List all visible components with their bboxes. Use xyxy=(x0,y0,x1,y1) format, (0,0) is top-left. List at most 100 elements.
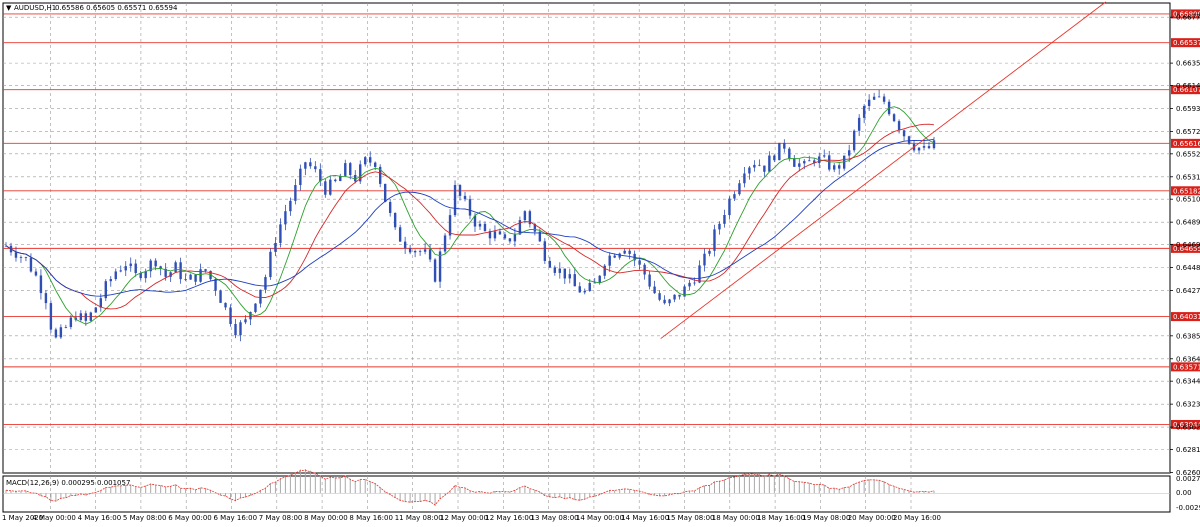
trend-line xyxy=(660,1,1107,339)
candle-body xyxy=(808,160,811,162)
price-chart[interactable]: 0.668000.665370.661070.656160.651820.646… xyxy=(0,0,1200,527)
candle-body xyxy=(184,279,187,280)
time-label: 4 May 16:00 xyxy=(78,514,122,522)
candle-body xyxy=(383,183,387,202)
macd-area-frame xyxy=(2,475,1171,513)
candle-body xyxy=(773,155,776,161)
time-label: 19 May 08:00 xyxy=(802,514,850,522)
candle-body xyxy=(349,163,352,175)
candle-body xyxy=(783,142,786,149)
candle-body xyxy=(34,271,38,276)
time-label: 12 May 00:00 xyxy=(440,514,488,522)
candle-body xyxy=(852,130,856,151)
candle-body xyxy=(413,250,417,253)
time-label: 20 May 00:00 xyxy=(848,514,896,522)
price-label: 0.64895 xyxy=(1176,219,1200,227)
price-label: 0.65935 xyxy=(1176,105,1200,113)
candle-body xyxy=(224,302,227,308)
candle-body xyxy=(154,260,157,267)
candle-body xyxy=(578,286,581,293)
candle-body xyxy=(628,250,631,254)
price-label: 0.64480 xyxy=(1176,264,1200,272)
candle-body xyxy=(374,162,377,167)
candle-body xyxy=(803,161,806,164)
price-label: 0.63855 xyxy=(1176,332,1200,340)
candle-body xyxy=(433,259,437,282)
candle-body xyxy=(483,223,487,232)
collapse-arrow-icon[interactable]: ▼ xyxy=(6,4,12,12)
price-label: 0.66350 xyxy=(1176,60,1200,68)
candle-body xyxy=(468,199,472,216)
candle-body xyxy=(194,274,197,282)
candle-body xyxy=(568,274,571,279)
time-label: 6 May 16:00 xyxy=(214,514,258,522)
candle-body xyxy=(653,286,656,294)
candle-body xyxy=(284,211,287,225)
candle-body xyxy=(718,223,721,230)
candle-body xyxy=(758,164,761,166)
trendline[interactable] xyxy=(660,1,1107,339)
candle-body xyxy=(847,150,851,156)
candle-body xyxy=(523,211,527,221)
price-label: 0.65310 xyxy=(1176,173,1200,181)
candle-body xyxy=(69,317,73,328)
time-label: 18 May 00:00 xyxy=(712,514,760,522)
time-label: 8 May 00:00 xyxy=(304,514,348,522)
candle-body xyxy=(922,146,926,148)
candle-body xyxy=(319,169,322,182)
candle-body xyxy=(723,215,726,224)
candle-body xyxy=(119,270,122,272)
level-label: 0.66537 xyxy=(1173,39,1200,47)
candle-body xyxy=(593,282,596,284)
candle-body xyxy=(84,313,88,321)
candle-body xyxy=(503,234,507,239)
candle-body xyxy=(558,268,562,273)
candle-body xyxy=(79,313,83,321)
candle-body xyxy=(907,136,911,144)
candle-body xyxy=(673,294,676,300)
candle-body xyxy=(289,200,292,212)
candle-body xyxy=(663,299,666,304)
candle-body xyxy=(583,290,586,293)
price-label: 0.63020 xyxy=(1176,424,1200,432)
candle-body xyxy=(109,279,112,282)
candle-body xyxy=(927,146,931,149)
candle-body xyxy=(453,185,457,216)
candle-body xyxy=(408,248,412,253)
horizontal-levels[interactable]: 0.668000.665370.661070.656160.651820.646… xyxy=(3,9,1200,429)
candle-body xyxy=(234,324,237,336)
symbol-title: AUDUSD,H1 xyxy=(14,4,56,12)
candle-body xyxy=(743,173,746,184)
chart-area-frame xyxy=(2,2,1171,474)
candle-body xyxy=(598,275,601,283)
candle-body xyxy=(269,251,272,278)
candle-body xyxy=(29,257,33,272)
price-label: 0.64270 xyxy=(1176,287,1200,295)
candle-body xyxy=(254,303,257,312)
candle-body xyxy=(324,181,327,195)
candle-body xyxy=(443,235,447,252)
candle-body xyxy=(748,167,751,174)
candle-body xyxy=(458,185,462,196)
time-label: 14 May 00:00 xyxy=(576,514,624,522)
macd-tick-label: 0.00 xyxy=(1176,489,1192,497)
candle-body xyxy=(638,260,641,265)
candle-body xyxy=(828,155,831,170)
candle-body xyxy=(563,268,566,279)
candle-body xyxy=(493,231,497,239)
candle-body xyxy=(513,234,517,242)
candle-body xyxy=(573,274,576,287)
time-label: 12 May 16:00 xyxy=(485,514,533,522)
candle-body xyxy=(763,165,766,172)
candle-body xyxy=(124,266,127,271)
candle-body xyxy=(259,289,262,304)
candle-body xyxy=(94,307,98,313)
level-label: 0.65182 xyxy=(1173,187,1200,195)
time-label: 13 May 08:00 xyxy=(531,514,579,522)
level-label: 0.65616 xyxy=(1173,140,1200,148)
candle-body xyxy=(309,162,312,167)
candle-body xyxy=(54,329,58,338)
candle-body xyxy=(703,253,706,266)
candle-body xyxy=(603,265,606,276)
candle-body xyxy=(463,195,467,200)
